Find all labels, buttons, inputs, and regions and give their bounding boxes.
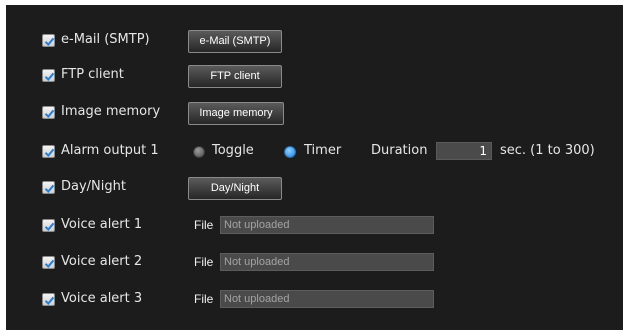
voice-alert-3-checkbox[interactable] bbox=[42, 293, 55, 306]
ftp-client-label: FTP client bbox=[61, 67, 124, 82]
checkmark-icon bbox=[44, 296, 55, 305]
checkmark-icon bbox=[44, 184, 55, 193]
voice-alert-2-label: Voice alert 2 bbox=[61, 254, 143, 269]
alarm-output-checkbox[interactable] bbox=[42, 145, 55, 158]
voice-alert-2-file-label: File bbox=[194, 255, 214, 269]
voice-alert-1-label: Voice alert 1 bbox=[61, 217, 143, 232]
checkmark-icon bbox=[44, 222, 55, 231]
duration-label: Duration bbox=[371, 143, 428, 158]
voice-alert-2-checkbox[interactable] bbox=[42, 256, 55, 269]
timer-label: Timer bbox=[304, 143, 342, 158]
voice-alert-3-file-field[interactable]: Not uploaded bbox=[220, 290, 434, 308]
checkmark-icon bbox=[44, 72, 55, 81]
ftp-client-button[interactable]: FTP client bbox=[188, 65, 282, 88]
image-memory-button[interactable]: Image memory bbox=[188, 102, 284, 125]
day-night-checkbox[interactable] bbox=[42, 181, 55, 194]
voice-alert-3-label: Voice alert 3 bbox=[61, 291, 143, 306]
voice-alert-1-file-label: File bbox=[194, 218, 214, 232]
duration-input[interactable]: 1 bbox=[436, 142, 492, 160]
toggle-radio[interactable] bbox=[193, 146, 205, 158]
email-smtp-checkbox[interactable] bbox=[42, 34, 55, 47]
email-smtp-button[interactable]: e-Mail (SMTP) bbox=[188, 30, 282, 53]
voice-alert-3-file-label: File bbox=[194, 292, 214, 306]
voice-alert-2-file-field[interactable]: Not uploaded bbox=[220, 253, 434, 271]
alarm-output-row: Alarm output 1 Toggle Timer Duration 1 s… bbox=[42, 142, 617, 162]
email-smtp-label: e-Mail (SMTP) bbox=[61, 32, 150, 47]
checkmark-icon bbox=[44, 148, 55, 157]
checkmark-icon bbox=[44, 259, 55, 268]
ftp-client-checkbox[interactable] bbox=[42, 69, 55, 82]
voice-alert-1-file-field[interactable]: Not uploaded bbox=[220, 216, 434, 234]
checkmark-icon bbox=[44, 109, 55, 118]
toggle-label: Toggle bbox=[212, 143, 254, 158]
voice-alert-1-checkbox[interactable] bbox=[42, 219, 55, 232]
duration-range-hint: sec. (1 to 300) bbox=[500, 143, 595, 158]
alarm-output-label: Alarm output 1 bbox=[61, 143, 159, 158]
image-memory-checkbox[interactable] bbox=[42, 106, 55, 119]
timer-radio[interactable] bbox=[284, 146, 296, 158]
day-night-button[interactable]: Day/Night bbox=[188, 177, 282, 200]
checkmark-icon bbox=[44, 37, 55, 46]
image-memory-label: Image memory bbox=[61, 104, 161, 119]
day-night-label: Day/Night bbox=[61, 179, 126, 194]
alarm-actions-panel: e-Mail (SMTP) e-Mail (SMTP) FTP client F… bbox=[6, 5, 623, 330]
